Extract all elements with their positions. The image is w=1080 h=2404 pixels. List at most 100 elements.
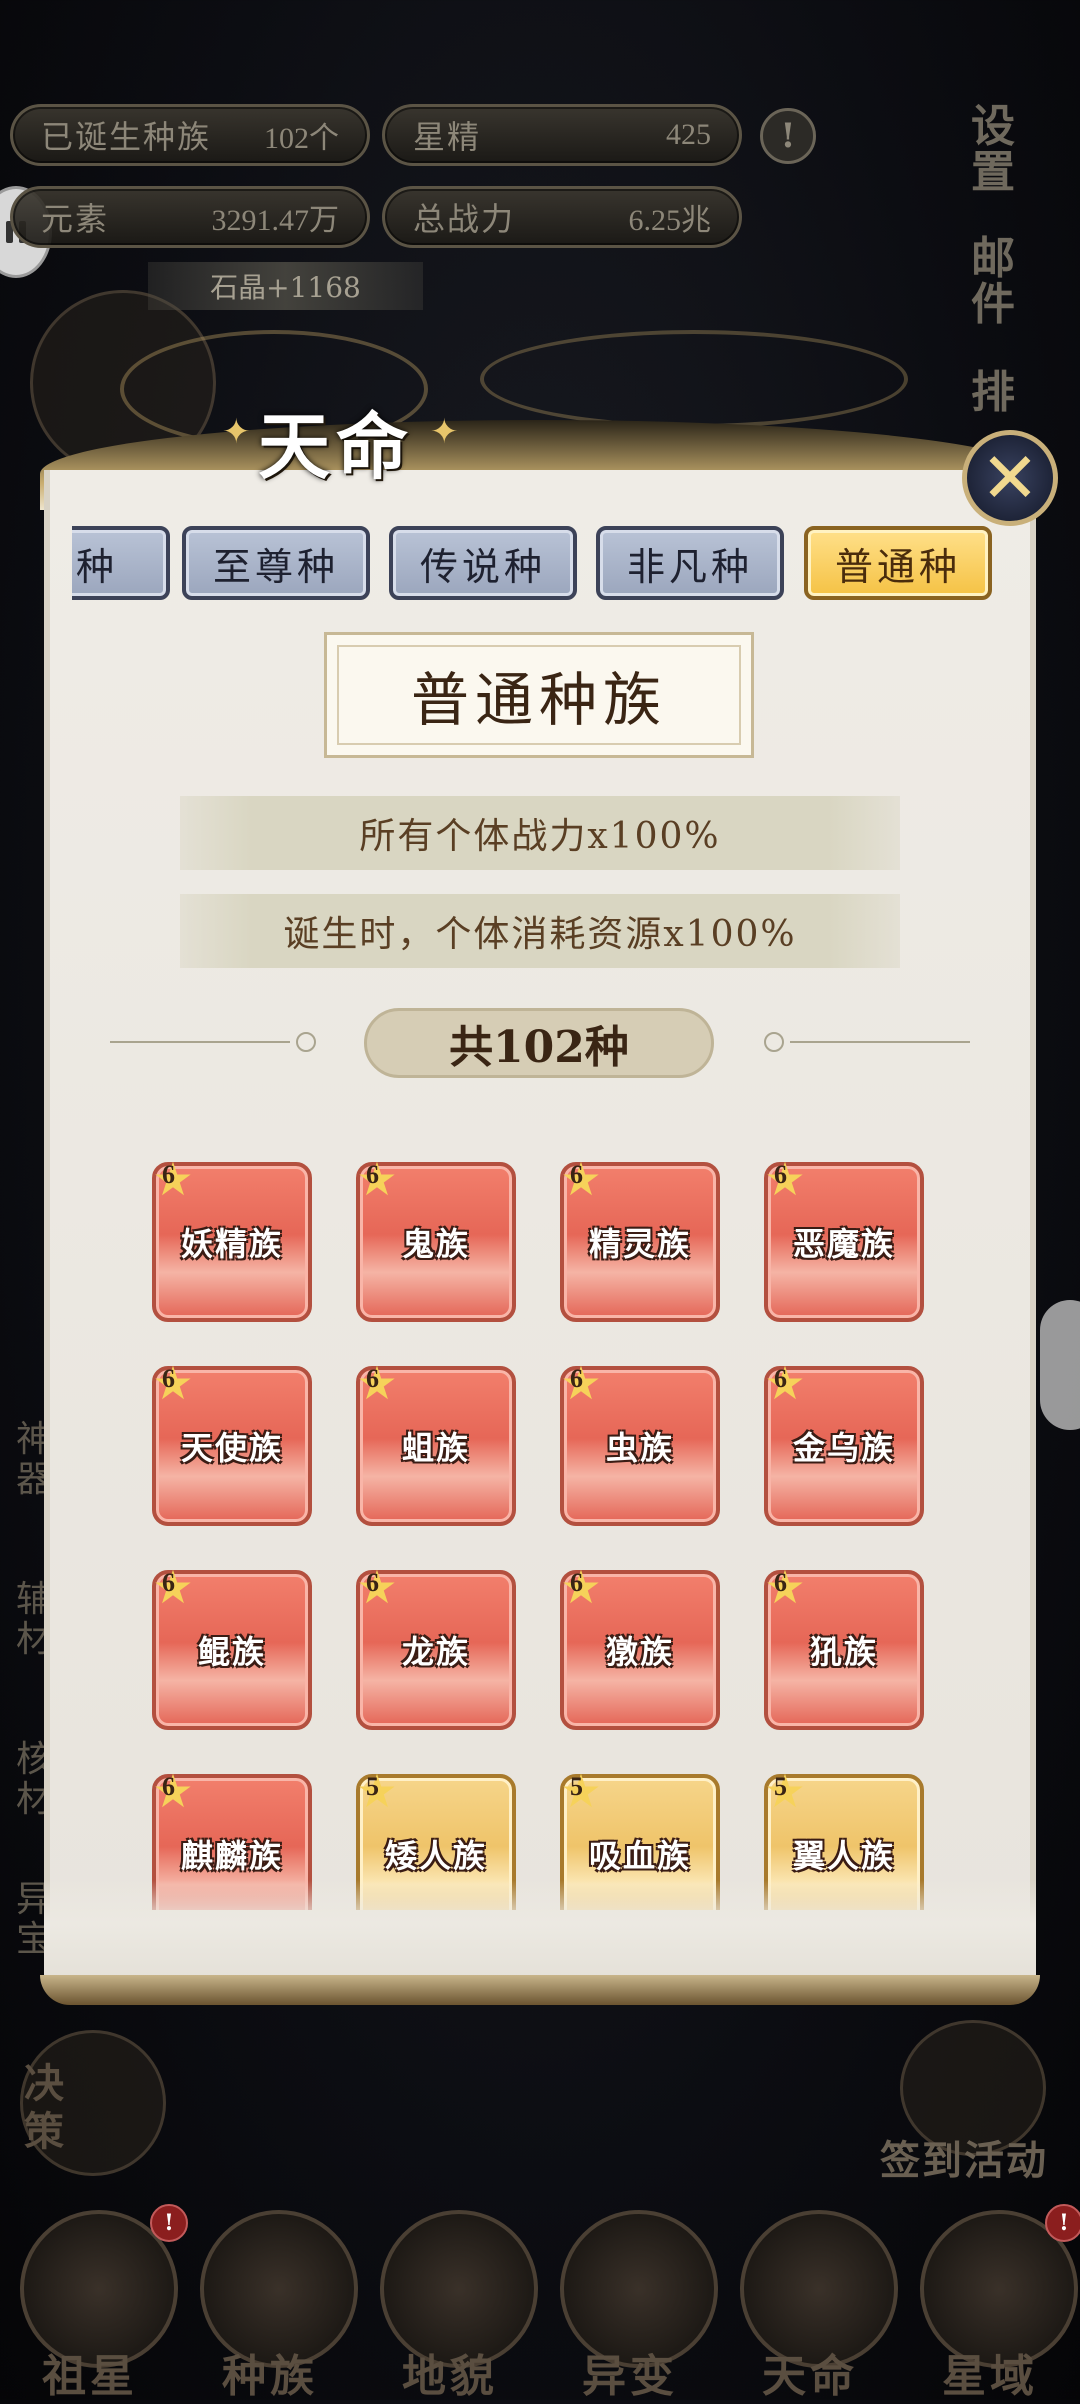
species-grid: ★ 6 妖精族 ★ 6 鬼族 ★ 6 精灵族 ★ 6 恶魔族 ★ 6 天使族 ★… [150, 1160, 930, 1910]
mail-button[interactable]: 邮件 [968, 235, 1018, 328]
sign-in-label[interactable]: 签到活动 [880, 2128, 1048, 2186]
species-name: 獤族 [605, 1633, 674, 1671]
bottom-nav: 祖星 ! 种族 地貌 异变 天命 星域 ! [0, 2200, 1080, 2402]
notification-badge: ! [150, 2204, 188, 2242]
tier-tabs: 命种 至尊种 传说种 非凡种 普通种 [72, 526, 1002, 602]
star-count: 6 [570, 1568, 583, 1597]
species-name: 天使族 [180, 1429, 283, 1467]
nav-species[interactable]: 种族 [185, 2200, 358, 2402]
tab-extraordinary[interactable]: 非凡种 [596, 526, 784, 600]
species-name: 吸血族 [588, 1837, 691, 1875]
star-essence-counter: 星精 425 [382, 104, 742, 166]
species-name: 妖精族 [180, 1225, 283, 1263]
total-power-label: 总战力 [413, 200, 516, 238]
decision-label: 决策 [24, 2060, 64, 2155]
title-right-star-icon: ✦ [430, 412, 459, 452]
nav-terrain[interactable]: 地貌 [365, 2200, 538, 2402]
aux-material-side-label[interactable]: 辅材 [16, 1580, 52, 1659]
modal-bottom-edge [40, 1975, 1040, 2005]
species-name: 麒麟族 [180, 1837, 283, 1875]
nav-home-planet[interactable]: 祖星 ! [5, 2200, 188, 2402]
species-card[interactable]: ★ 6 金乌族 [764, 1360, 924, 1526]
warning-icon[interactable]: ! [760, 108, 816, 164]
star-count: 6 [162, 1772, 175, 1801]
settings-button[interactable]: 设置 [968, 103, 1018, 196]
star-count: 6 [162, 1568, 175, 1597]
star-count: 6 [162, 1160, 175, 1189]
species-card[interactable]: ★ 6 龙族 [356, 1564, 516, 1730]
species-name: 鲲族 [197, 1633, 266, 1671]
crystal-gain-banner: 石晶+1168 [148, 262, 423, 310]
star-count: 5 [774, 1772, 787, 1801]
species-card[interactable]: ★ 6 妖精族 [152, 1160, 312, 1322]
nav-label: 异变 [582, 2351, 678, 2402]
species-card[interactable]: ★ 6 蛆族 [356, 1360, 516, 1526]
nav-label: 祖星 [42, 2351, 138, 2402]
species-card[interactable]: ★ 6 精灵族 [560, 1160, 720, 1322]
total-power-value: 6.25兆 [628, 204, 712, 237]
notification-badge: ! [1045, 2204, 1080, 2242]
species-card[interactable]: ★ 6 犼族 [764, 1564, 924, 1730]
side-drawer-handle[interactable] [1040, 1300, 1080, 1430]
star-count: 6 [366, 1160, 379, 1189]
species-card[interactable]: ★ 6 鲲族 [152, 1564, 312, 1730]
species-name: 犼族 [809, 1633, 878, 1671]
species-name: 虫族 [605, 1429, 674, 1467]
species-name: 蛆族 [401, 1429, 470, 1467]
species-name: 翼人族 [792, 1837, 895, 1875]
divider-right-dot [764, 1032, 784, 1052]
tab-destiny[interactable]: 命种 [72, 526, 170, 600]
nav-label: 地貌 [402, 2351, 498, 2402]
star-essence-label: 星精 [413, 118, 482, 156]
divider-right [790, 1041, 970, 1043]
species-card[interactable]: ★ 6 恶魔族 [764, 1160, 924, 1322]
buff-power: 所有个体战力x100% [180, 796, 900, 870]
species-card[interactable]: ★ 6 獤族 [560, 1564, 720, 1730]
tab-legendary[interactable]: 传说种 [389, 526, 577, 600]
species-card[interactable]: ★ 6 鬼族 [356, 1160, 516, 1322]
star-count: 6 [366, 1364, 379, 1393]
nav-label: 星域 [942, 2351, 1038, 2402]
species-name: 龙族 [401, 1633, 470, 1671]
element-counter: 元素 3291.47万 [10, 186, 370, 248]
total-power-counter: 总战力 6.25兆 [382, 186, 742, 248]
species-card[interactable]: ★ 6 天使族 [152, 1360, 312, 1526]
divider-left [110, 1041, 290, 1043]
close-icon: ✕ [980, 437, 1040, 519]
star-count: 6 [570, 1160, 583, 1189]
rank-title: 普通种族 [324, 632, 754, 758]
nav-star-domain[interactable]: 星域 ! [905, 2200, 1080, 2402]
title-left-star-icon: ✦ [222, 412, 251, 452]
nav-destiny[interactable]: 天命 [725, 2200, 898, 2402]
star-essence-value: 425 [666, 118, 711, 151]
nav-label: 天命 [762, 2351, 858, 2402]
tab-common[interactable]: 普通种 [804, 526, 992, 600]
core-material-side-label[interactable]: 核材 [16, 1740, 52, 1819]
tab-supreme[interactable]: 至尊种 [182, 526, 370, 600]
close-button[interactable]: ✕ [962, 430, 1058, 526]
star-count: 6 [366, 1568, 379, 1597]
divider-left-dot [296, 1032, 316, 1052]
species-name: 精灵族 [588, 1225, 691, 1263]
star-count: 5 [366, 1772, 379, 1801]
nav-label: 种族 [222, 2351, 318, 2402]
born-species-counter: 已诞生种族 102个 [10, 104, 370, 166]
species-name: 恶魔族 [792, 1225, 895, 1263]
buff-resource: 诞生时，个体消耗资源x100% [180, 894, 900, 968]
nav-mutation[interactable]: 异变 [545, 2200, 718, 2402]
born-species-value: 102个 [264, 122, 339, 155]
modal-title: 天命 [258, 404, 415, 489]
species-card[interactable]: ★ 6 虫族 [560, 1360, 720, 1526]
star-count: 6 [570, 1364, 583, 1393]
species-name: 金乌族 [792, 1429, 895, 1467]
species-name: 矮人族 [384, 1837, 487, 1875]
species-count: 共102种 [364, 1008, 714, 1078]
star-count: 6 [774, 1364, 787, 1393]
artifact-side-label[interactable]: 神器 [16, 1420, 52, 1499]
star-count: 6 [774, 1568, 787, 1597]
treasure-side-label[interactable]: 异宝 [16, 1880, 52, 1959]
born-species-label: 已诞生种族 [41, 118, 212, 156]
element-label: 元素 [41, 200, 110, 238]
star-count: 6 [774, 1160, 787, 1189]
element-value: 3291.47万 [211, 204, 340, 237]
